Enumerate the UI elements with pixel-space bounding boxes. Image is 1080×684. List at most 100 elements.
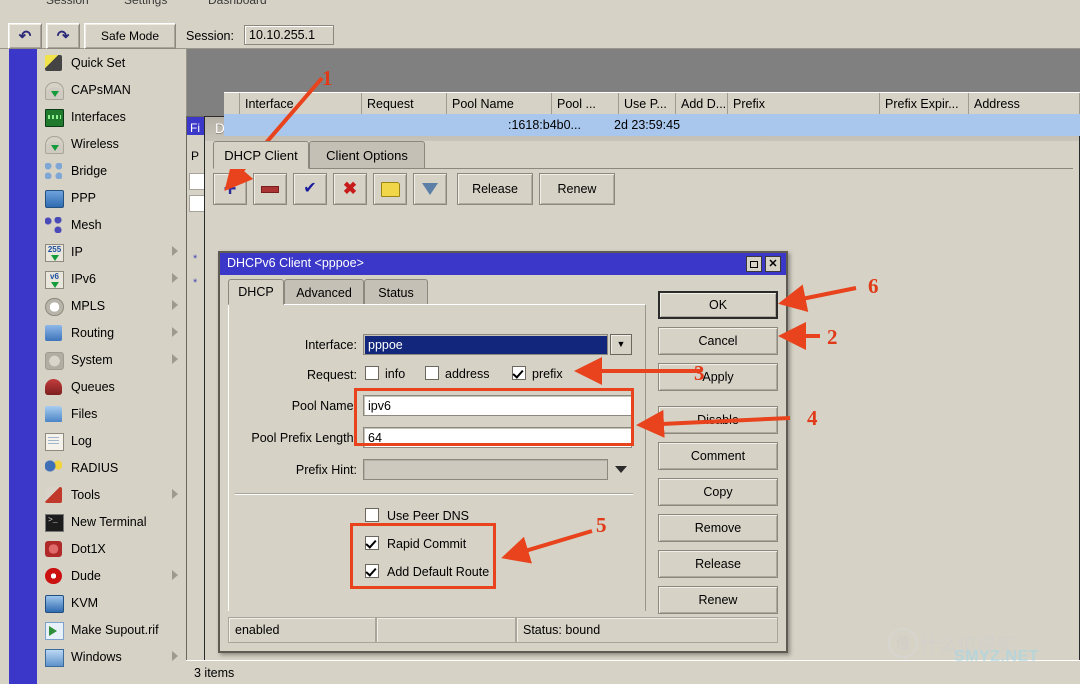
column-header-pool-name[interactable]: Pool Name [447,93,552,115]
sidebar-item-label: Mesh [71,218,102,232]
tab-client-options[interactable]: Client Options [309,141,425,169]
sidebar-item-system[interactable]: System [37,346,186,373]
sidebar-item-mpls[interactable]: MPLS [37,292,186,319]
dialog-titlebar[interactable]: DHCPv6 Client <pppoe> ✕ [220,253,786,275]
folder-icon [381,182,400,197]
menu-item-session[interactable]: Session [46,0,89,7]
sidebar-item-ip[interactable]: 255IP [37,238,186,265]
mpls-icon [43,297,65,315]
sidebar-item-dude[interactable]: Dude [37,562,186,589]
sidebar-item-tools[interactable]: Tools [37,481,186,508]
remove-button[interactable] [253,173,287,205]
watermark: 值 什么值得买 SMYZ.NET [892,626,1072,670]
sidebar-item-radius[interactable]: RADIUS [37,454,186,481]
dhcpv6-client-edit-dialog[interactable]: DHCPv6 Client <pppoe> ✕ DHCP Advanced St… [218,251,788,653]
sidebar-item-kvm[interactable]: KVM [37,589,186,616]
copy-button[interactable]: Copy [658,478,778,506]
disable-button[interactable]: ✖ [333,173,367,205]
remove-button[interactable]: Remove [658,514,778,542]
disable-button[interactable]: Disable [658,406,778,434]
mesh-icon [43,216,65,234]
minus-icon [261,186,279,193]
chevron-right-icon [172,651,178,661]
chevron-right-icon [172,327,178,337]
session-address-field[interactable]: 10.10.255.1 [244,25,334,45]
sidebar-item-dot1x[interactable]: Dot1X [37,535,186,562]
sidebar-item-log[interactable]: Log [37,427,186,454]
prefix-hint-dropdown-icon[interactable] [615,466,627,473]
sidebar-item-interfaces[interactable]: Interfaces [37,103,186,130]
tab-dhcp-client[interactable]: DHCP Client [213,141,309,169]
apply-button[interactable]: Apply [658,363,778,391]
cancel-button[interactable]: Cancel [658,327,778,355]
close-icon[interactable]: ✕ [765,256,781,272]
menu-item-settings[interactable]: Settings [124,0,167,7]
sidebar-item-quick-set[interactable]: Quick Set [37,49,186,76]
sidebar-item-bridge[interactable]: Bridge [37,157,186,184]
dialog-title: DHCPv6 Client <pppoe> [227,256,364,270]
use-peer-dns-checkbox[interactable] [365,508,379,522]
chevron-right-icon [172,489,178,499]
sidebar-item-wireless[interactable]: Wireless [37,130,186,157]
release-button[interactable]: Release [658,550,778,578]
interface-field[interactable]: pppoe [363,334,608,355]
comment-button[interactable] [373,173,407,205]
dhcpv6-toolbar[interactable]: + ✔ ✖ Release Renew [213,173,1073,207]
column-header-address[interactable]: Address [969,93,1080,115]
sidebar-item-make-supout-rif[interactable]: Make Supout.rif [37,616,186,643]
renew-button[interactable]: Renew [658,586,778,614]
sidebar-item-ppp[interactable]: PPP [37,184,186,211]
column-header-prefix-expires[interactable]: Prefix Expir... [880,93,969,115]
highlight-box-pool-fields [354,388,634,446]
column-header-prefix[interactable]: Prefix [728,93,880,115]
request-address-checkbox[interactable] [425,366,439,380]
column-header-interface[interactable]: Interface [240,93,362,115]
sidebar-item-files[interactable]: Files [37,400,186,427]
sidebar-item-mesh[interactable]: Mesh [37,211,186,238]
add-button[interactable]: + [213,173,247,205]
sidebar-item-queues[interactable]: Queues [37,373,186,400]
undo-button[interactable]: ↶ [8,23,42,49]
sidebar-item-new-terminal[interactable]: New Terminal [37,508,186,535]
folder-icon [43,405,65,423]
redo-button[interactable]: ↷ [46,23,80,49]
sidebar-menu-list[interactable]: Quick SetCAPsMANInterfacesWirelessBridge… [37,49,187,684]
annotation-number-2: 2 [827,325,838,350]
app-menubar[interactable]: Session Settings Dashboard [0,0,1080,9]
tab-status[interactable]: Status [364,279,428,305]
column-header-pool-prefix[interactable]: Pool ... [552,93,619,115]
chevron-right-icon [172,246,178,256]
column-header-add-default[interactable]: Add D... [676,93,728,115]
sidebar-item-capsman[interactable]: CAPsMAN [37,76,186,103]
tab-dhcp[interactable]: DHCP [228,279,284,305]
tab-advanced[interactable]: Advanced [284,279,364,305]
comment-button[interactable]: Comment [658,442,778,470]
prefix-hint-field[interactable] [363,459,608,480]
enable-button[interactable]: ✔ [293,173,327,205]
ok-button[interactable]: OK [658,291,778,319]
dhcpv6-tabstrip[interactable]: DHCP Client Client Options [213,141,1073,169]
kvm-icon [43,594,65,612]
status-middle [376,617,516,643]
sidebar-item-label: Make Supout.rif [71,623,159,637]
release-button[interactable]: Release [457,173,533,205]
sidebar-item-routing[interactable]: Routing [37,319,186,346]
column-header-request[interactable]: Request [362,93,447,115]
request-prefix-checkbox[interactable] [512,366,526,380]
supout-icon [43,621,65,639]
safe-mode-button[interactable]: Safe Mode [84,23,176,49]
sidebar-item-ipv6[interactable]: v6IPv6 [37,265,186,292]
column-header-use-peer[interactable]: Use P... [619,93,676,115]
filter-button[interactable] [413,173,447,205]
table-row[interactable]: :1618:b4b0... 2d 23:59:45 [224,114,1080,136]
winbox-brand-strip: RouterOS WinBox [9,49,37,684]
interface-dropdown-button[interactable]: ▼ [610,334,632,355]
sidebar-item-windows[interactable]: Windows [37,643,186,670]
dhcpv6-column-headers[interactable]: Interface Request Pool Name Pool ... Use… [224,92,1080,115]
chevron-down-icon: ▼ [617,340,626,349]
dialog-tabstrip[interactable]: DHCP Advanced Status [228,279,648,305]
restore-window-icon[interactable] [746,256,762,272]
menu-item-dashboard[interactable]: Dashboard [208,0,267,7]
request-info-checkbox[interactable] [365,366,379,380]
renew-button[interactable]: Renew [539,173,615,205]
